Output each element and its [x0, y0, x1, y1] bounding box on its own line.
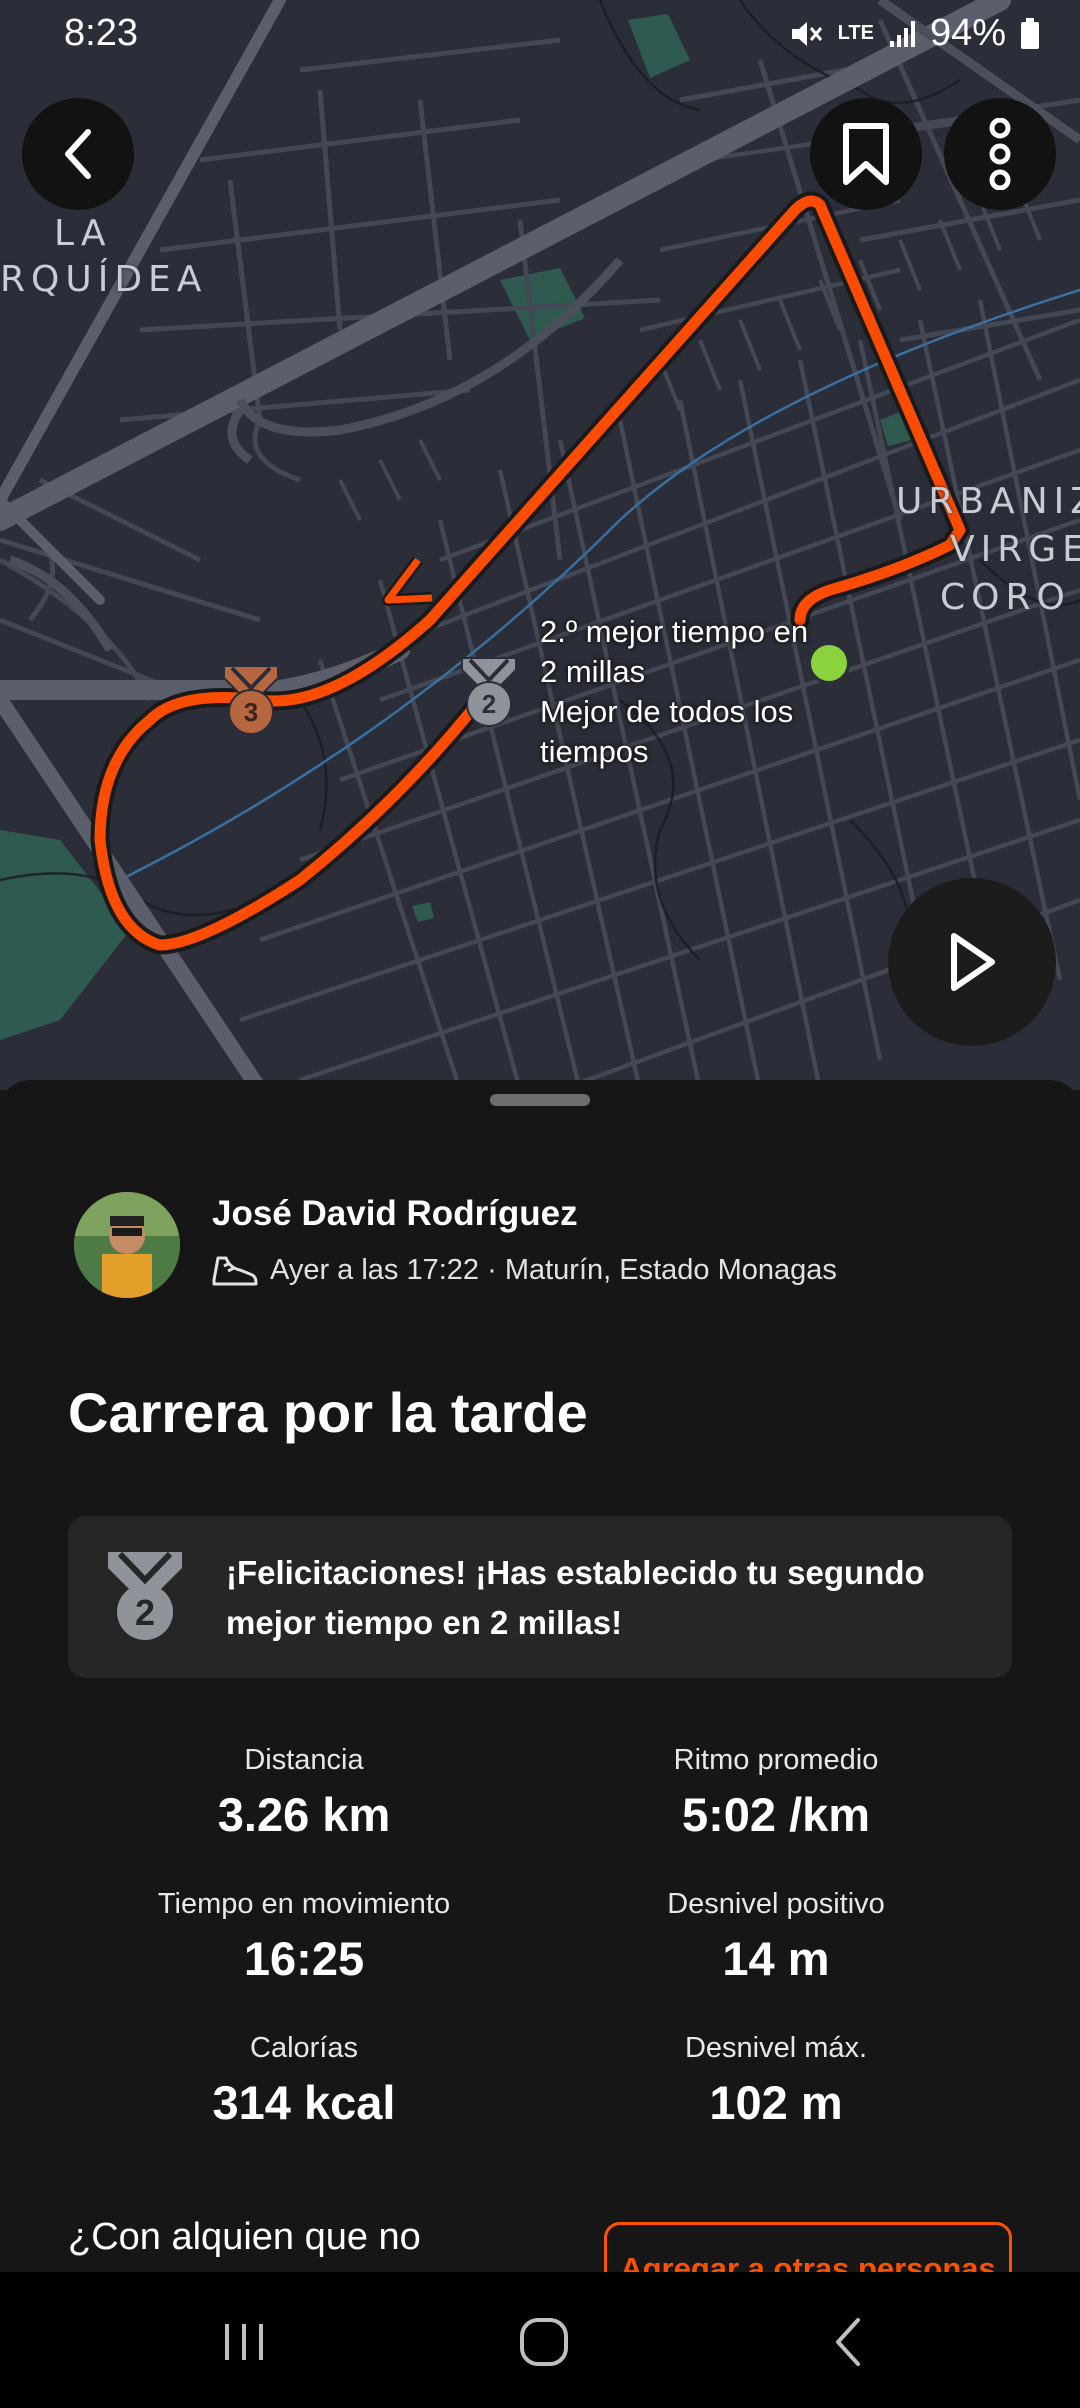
activity-meta-text: Ayer a las 17:22 · Maturín, Estado Monag…	[270, 1253, 837, 1286]
map-label-line: CORO	[940, 577, 1071, 618]
athlete-name[interactable]: José David Rodríguez	[212, 1194, 578, 1234]
map-label-line: LA	[54, 213, 112, 254]
stat-label: Desnivel máx.	[684, 2032, 868, 2064]
stat-label: Ritmo promedio	[673, 1744, 879, 1776]
activity-meta: Ayer a las 17:22 · Maturín, Estado Monag…	[210, 1250, 837, 1290]
stat-calories: Calorías 314 kcal	[68, 2032, 540, 2130]
stat-value: 16:25	[243, 1932, 365, 1985]
stat-moving-time: Tiempo en movimiento 16:25	[68, 1888, 540, 1986]
stat-elevation-gain: Desnivel positivo 14 m	[540, 1888, 1012, 1986]
medal-2-icon: 2	[102, 1548, 188, 1644]
activity-sheet[interactable]: José David Rodríguez Ayer a las 17:22 · …	[0, 1080, 1080, 2272]
map-label-urbanizacion: URBANIZ VIRGE CORO	[896, 478, 1080, 622]
medal-3-icon[interactable]: 3	[218, 664, 284, 738]
bookmark-button[interactable]	[810, 98, 922, 210]
activity-title: Carrera por la tarde	[68, 1381, 588, 1444]
tag-others-question: ¿Con alquien que no	[68, 2216, 421, 2258]
stat-value: 314 kcal	[212, 2076, 396, 2129]
medal-2-icon[interactable]: 2	[456, 656, 522, 730]
add-others-button[interactable]: Agregar a otras personas	[604, 2222, 1012, 2272]
pr-callout-line: 2.º mejor tiempo en	[540, 614, 809, 649]
medal-2-number: 2	[481, 689, 497, 719]
route-map[interactable]: LA RQUÍDEA URBANIZ VIRGE CORO 3 2 2.º me…	[0, 0, 1080, 1090]
stat-avg-pace: Ritmo promedio 5:02 /km	[540, 1744, 1012, 1842]
recent-apps-icon	[225, 2324, 263, 2360]
stat-distance: Distancia 3.26 km	[68, 1744, 540, 1842]
recent-apps-button[interactable]	[184, 2302, 304, 2382]
system-nav-bar	[0, 2272, 1080, 2408]
pr-callout-line: 2 millas	[540, 654, 646, 689]
back-arrow-icon	[836, 2318, 860, 2366]
stat-max-elevation: Desnivel máx. 102 m	[540, 2032, 1012, 2130]
map-label-line: RQUÍDEA	[0, 259, 208, 300]
status-bar: 8:23 LTE 94%	[0, 0, 1080, 72]
play-icon	[951, 933, 995, 991]
more-vertical-icon	[989, 118, 1011, 190]
athlete-avatar[interactable]	[74, 1192, 180, 1298]
map-label-la-orquidea: LA	[54, 210, 112, 258]
more-options-button[interactable]	[944, 98, 1056, 210]
map-label-orquidea: RQUÍDEA	[0, 256, 207, 304]
pr-callout-line: tiempos	[540, 734, 649, 769]
play-flyover-button[interactable]	[888, 878, 1056, 1046]
chevron-left-icon	[65, 129, 91, 179]
signal-icon	[889, 20, 915, 47]
stat-value: 5:02 /km	[681, 1788, 871, 1841]
map-label-line: URBANIZ	[896, 481, 1080, 522]
nav-back-button[interactable]	[788, 2302, 908, 2382]
stat-label: Tiempo en movimiento	[157, 1888, 451, 1920]
stat-label: Desnivel positivo	[667, 1888, 885, 1920]
status-icons: LTE 94%	[788, 12, 1040, 55]
status-time: 8:23	[64, 12, 138, 54]
map-label-line: VIRGE	[950, 529, 1080, 570]
back-button[interactable]	[22, 98, 134, 210]
lte-indicator: LTE	[837, 22, 874, 44]
stat-label: Distancia	[244, 1744, 364, 1776]
achievement-banner[interactable]: 2 ¡Felicitaciones! ¡Has establecido tu s…	[68, 1516, 1012, 1678]
battery-icon	[1021, 17, 1039, 49]
sheet-drag-handle[interactable]	[490, 1094, 590, 1106]
stat-value: 14 m	[722, 1932, 830, 1985]
achievement-message: ¡Felicitaciones! ¡Has establecido tu seg…	[226, 1554, 925, 1641]
running-shoe-icon	[212, 1256, 258, 1286]
medal-3-number: 3	[243, 697, 259, 727]
pr-callout-line: Mejor de todos los	[540, 694, 794, 729]
bookmark-icon	[843, 123, 889, 185]
stat-label: Calorías	[250, 2032, 358, 2064]
stat-value: 3.26 km	[217, 1788, 391, 1841]
pr-callout: 2.º mejor tiempo en 2 millas Mejor de to…	[540, 612, 880, 772]
stat-value: 102 m	[709, 2076, 843, 2129]
banner-medal-number: 2	[134, 1592, 156, 1633]
mute-icon	[791, 21, 822, 46]
home-icon	[520, 2318, 568, 2366]
home-button[interactable]	[484, 2302, 604, 2382]
battery-percent: 94%	[929, 12, 1006, 54]
